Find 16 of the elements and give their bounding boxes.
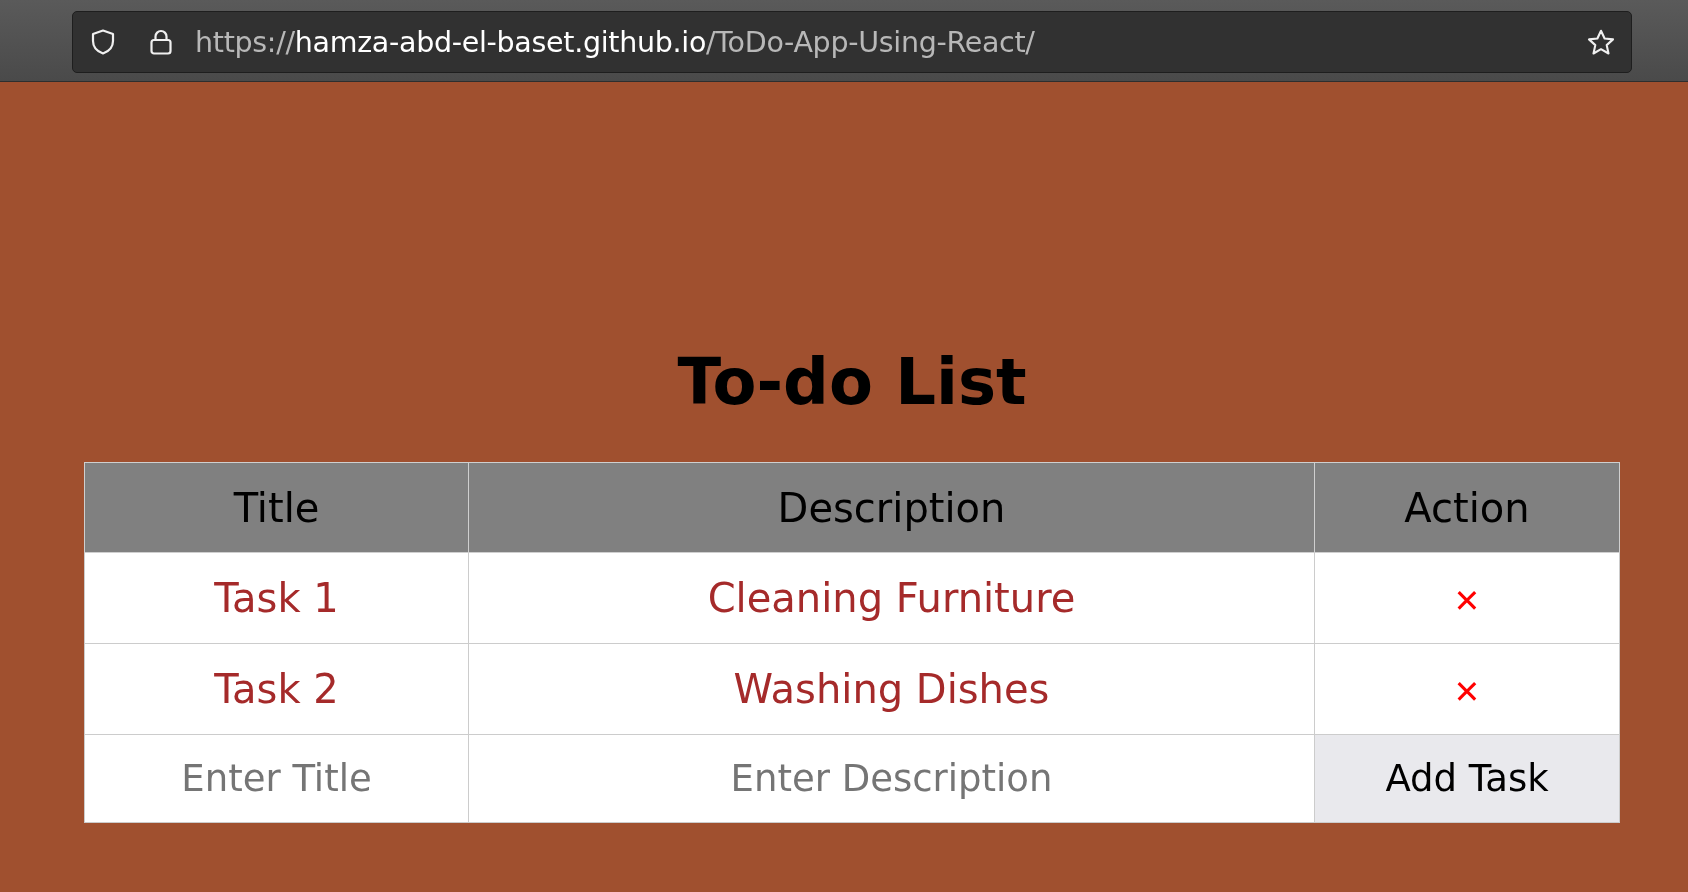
address-bar[interactable]: https://hamza-abd-el-baset.github.io/ToDo-App-Using-React/ (72, 11, 1632, 73)
delete-button[interactable]: ✕ (1453, 673, 1481, 711)
add-task-button[interactable]: Add Task (1315, 735, 1619, 822)
url-text[interactable]: https://hamza-abd-el-baset.github.io/ToDo-App-Using-React/ (195, 25, 1035, 59)
delete-button[interactable]: ✕ (1453, 582, 1481, 620)
lock-icon[interactable] (150, 29, 172, 55)
page-heading: To-do List (677, 350, 1027, 414)
column-header: Description (468, 462, 1315, 553)
column-header: Action (1314, 462, 1620, 553)
table-cell: Cleaning Furniture (468, 552, 1315, 644)
star-icon[interactable] (1587, 28, 1615, 56)
table-cell: Task 1 (84, 552, 469, 644)
column-header: Title (84, 462, 469, 553)
table-cell: Washing Dishes (468, 643, 1315, 735)
shield-icon[interactable] (91, 29, 115, 55)
table-cell: Task 2 (84, 643, 469, 735)
